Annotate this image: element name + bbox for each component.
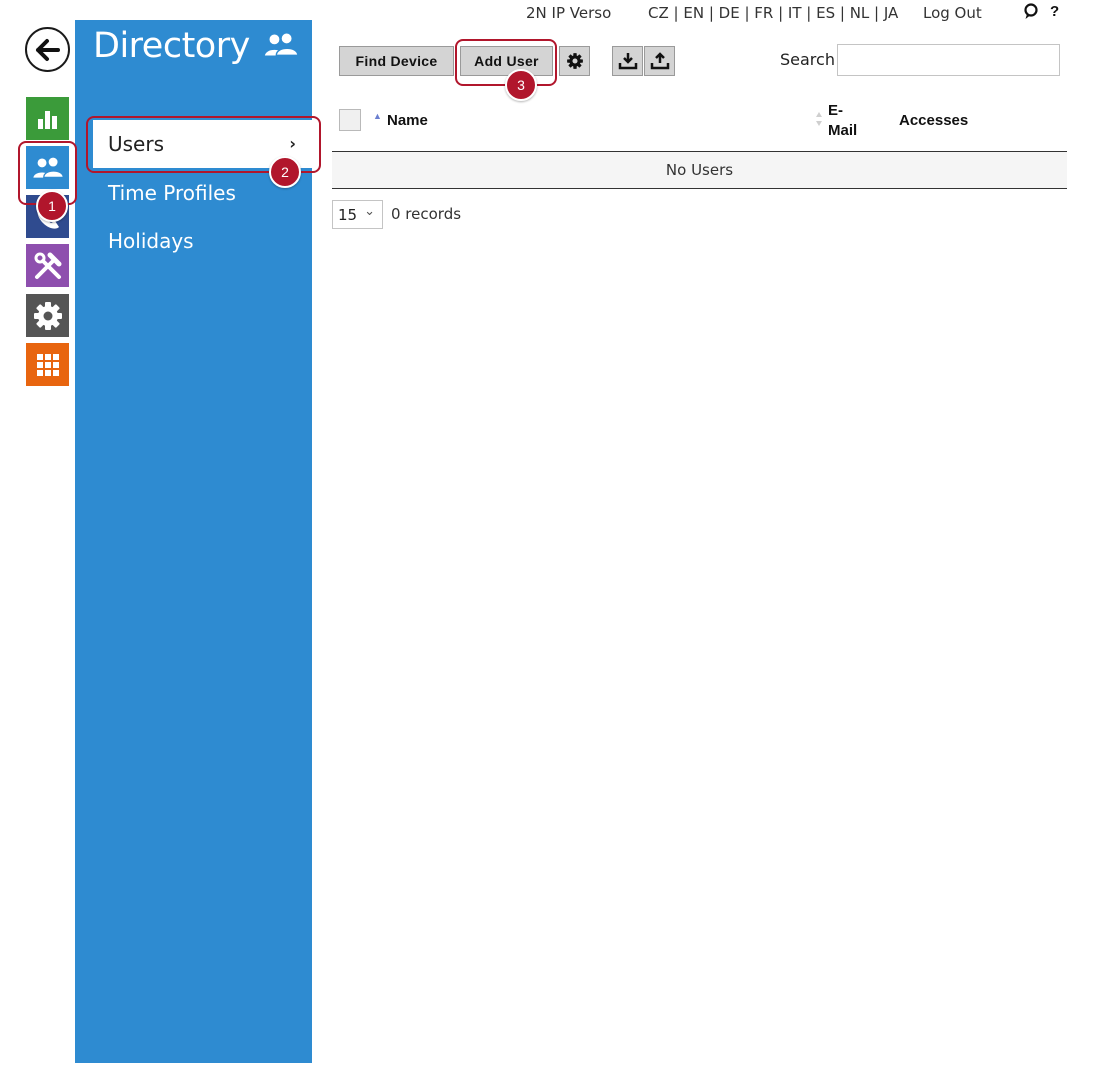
lang-cz[interactable]: CZ [648, 4, 669, 22]
rail-status-button[interactable] [26, 97, 69, 140]
column-header-accesses[interactable]: Accesses [899, 112, 968, 129]
upload-icon [650, 52, 669, 70]
users-icon [261, 30, 301, 60]
lang-fr[interactable]: FR [754, 4, 773, 22]
rail-system-button[interactable] [26, 343, 69, 386]
lang-de[interactable]: DE [719, 4, 740, 22]
lang-nl[interactable]: NL [850, 4, 870, 22]
column-header-email[interactable]: E- Mail [828, 101, 868, 141]
find-device-button[interactable]: Find Device [339, 46, 454, 76]
gear-icon [566, 53, 583, 69]
settings-gear-icon [33, 301, 62, 330]
logout-link[interactable]: Log Out [923, 4, 982, 22]
system-grid-icon [36, 353, 59, 376]
rail-settings-button[interactable] [26, 294, 69, 337]
page-title: Directory [93, 26, 250, 66]
table-settings-button[interactable] [559, 46, 590, 76]
page-size-value: 15 [338, 205, 358, 224]
device-name: 2N IP Verso [526, 4, 612, 22]
back-arrow-icon [35, 38, 60, 61]
select-all-checkbox[interactable] [339, 109, 361, 131]
table-empty-row: No Users [332, 152, 1067, 188]
lang-en[interactable]: EN [683, 4, 704, 22]
language-selector: CZ | EN | DE | FR | IT | ES | NL | JA [648, 4, 899, 22]
callout-badge-2: 2 [269, 156, 301, 188]
search-input[interactable] [837, 44, 1060, 76]
page-size-select[interactable]: 15 ⌄ [332, 200, 383, 229]
records-count: 0 records [391, 205, 462, 223]
nav-item-holidays[interactable]: Holidays [108, 229, 194, 253]
help-icon[interactable]: ? [1050, 3, 1059, 20]
download-icon [618, 53, 637, 70]
table-bottom-divider [332, 188, 1067, 189]
rail-services-button[interactable] [26, 244, 69, 287]
chevron-down-icon: ⌄ [364, 204, 375, 219]
nav-item-time-profiles[interactable]: Time Profiles [108, 181, 236, 205]
back-button[interactable] [25, 27, 70, 72]
lang-it[interactable]: IT [788, 4, 802, 22]
sort-both-icon [815, 111, 823, 127]
lang-es[interactable]: ES [816, 4, 835, 22]
column-header-name[interactable]: Name [387, 112, 428, 129]
search-label: Search [780, 50, 835, 69]
export-button[interactable] [644, 46, 675, 76]
lang-ja[interactable]: JA [884, 4, 898, 22]
callout-badge-3: 3 [505, 69, 537, 101]
services-tools-icon [34, 252, 61, 279]
status-chart-icon [37, 110, 57, 129]
import-button[interactable] [612, 46, 643, 76]
sort-asc-icon: ▲ [373, 111, 382, 121]
callout-badge-1: 1 [36, 190, 68, 222]
feedback-icon[interactable] [1023, 3, 1039, 21]
